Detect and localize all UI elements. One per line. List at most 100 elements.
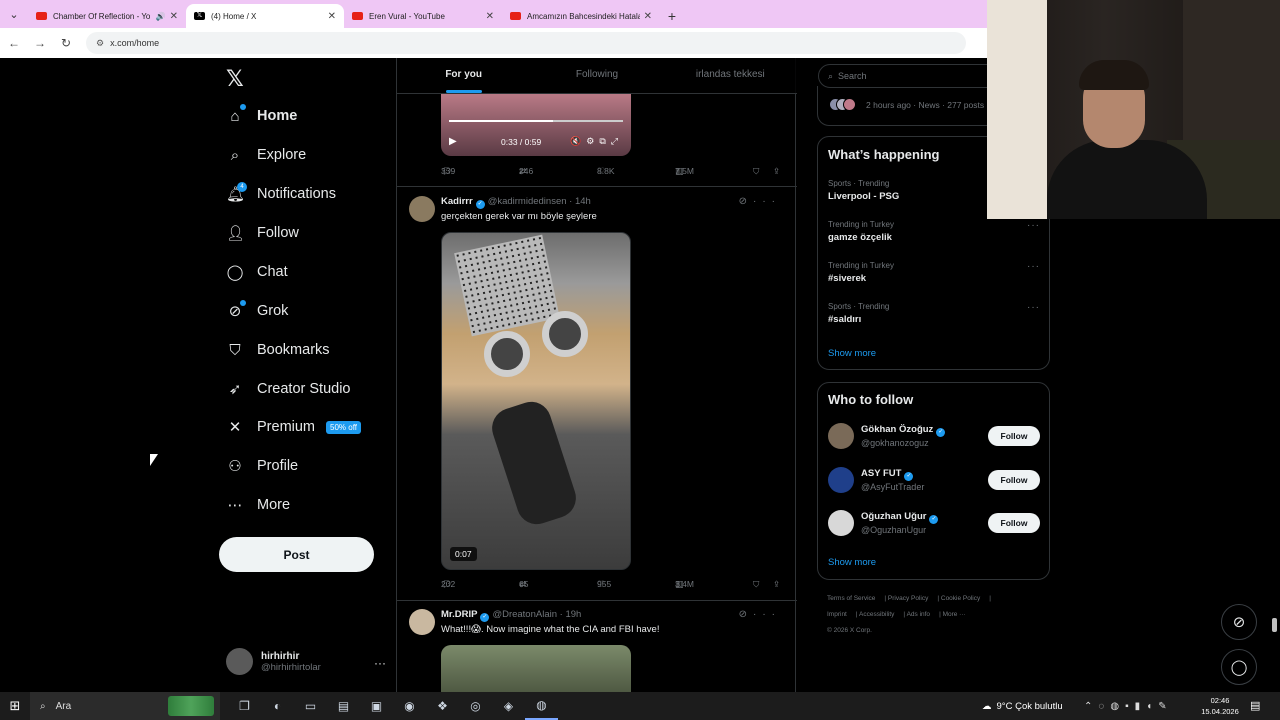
speaker-icon[interactable]: ◖ bbox=[1146, 701, 1158, 712]
nav-bookmarks[interactable]: ⛉ Bookmarks bbox=[226, 339, 329, 361]
more-dots-icon[interactable]: ··· bbox=[753, 609, 781, 620]
steam-icon[interactable]: ◎ bbox=[459, 692, 492, 720]
post-time[interactable]: · 19h bbox=[560, 609, 582, 620]
taskbar-clock[interactable]: 02:46 15.04.2026 bbox=[1200, 695, 1240, 717]
nav-follow[interactable]: 👤︎ Follow bbox=[226, 222, 299, 244]
nav-grok[interactable]: ⊘ Grok bbox=[226, 300, 289, 322]
pen-icon[interactable]: ✎ bbox=[1158, 701, 1172, 712]
speaker-icon[interactable]: 🔊 bbox=[156, 12, 166, 21]
play-icon[interactable]: ▶ bbox=[449, 136, 457, 147]
tab-for-you[interactable]: For you bbox=[397, 58, 530, 93]
weather-widget[interactable]: ☁ 9°C Çok bulutlu bbox=[982, 692, 1063, 720]
nav-explore[interactable]: ⌕ Explore bbox=[226, 144, 306, 166]
forward-icon[interactable]: → bbox=[28, 36, 52, 50]
trend-item[interactable]: Sports · Trending #saldırı ··· bbox=[828, 302, 1040, 325]
back-icon[interactable]: ← bbox=[2, 36, 26, 50]
trend-item[interactable]: Trending in Turkey gamze özçelik ··· bbox=[828, 220, 1040, 243]
follow-button[interactable]: Follow bbox=[988, 513, 1040, 533]
avatar[interactable] bbox=[409, 609, 435, 635]
url-field[interactable]: ⚙ x.com/home bbox=[86, 32, 966, 54]
more-dots-icon[interactable]: ··· bbox=[1027, 220, 1040, 231]
chat-fab-button[interactable]: ◯ bbox=[1221, 649, 1257, 685]
grok-fab-button[interactable]: ⊘ bbox=[1221, 604, 1257, 640]
more-dots-icon[interactable]: ··· bbox=[1027, 302, 1040, 313]
tray-app-icon[interactable]: ◍ bbox=[1110, 701, 1125, 712]
reload-icon[interactable]: ↻ bbox=[54, 36, 78, 50]
nav-creator-studio[interactable]: ➶ Creator Studio bbox=[226, 378, 351, 400]
taskbar-search[interactable]: ⌕ Ara bbox=[30, 692, 220, 720]
footer-link[interactable]: Privacy Policy bbox=[888, 595, 928, 602]
chrome-icon[interactable]: ◍ bbox=[525, 692, 558, 720]
post-button[interactable]: Post bbox=[219, 537, 374, 572]
footer-link[interactable]: Terms of Service bbox=[827, 595, 875, 602]
video-player[interactable]: ▶ 0:33 / 0:59 🔇⚙⧉⤢ bbox=[441, 94, 631, 156]
app-icon[interactable]: ◉ bbox=[393, 692, 426, 720]
browser-tab[interactable]: Chamber Of Reflection - Yo 🔊 ✕ bbox=[28, 4, 186, 28]
grok-icon[interactable]: ⊘ bbox=[739, 196, 753, 207]
follow-button[interactable]: Follow bbox=[988, 426, 1040, 446]
follow-button[interactable]: Follow bbox=[988, 470, 1040, 490]
suggested-user[interactable]: ASY FUT ✓ @AsyFutTrader Follow bbox=[828, 467, 1040, 495]
author-name[interactable]: Kadirrr bbox=[441, 196, 473, 207]
task-view-icon[interactable]: ❐ bbox=[228, 692, 261, 720]
video-control-icons[interactable]: 🔇⚙⧉⤢ bbox=[570, 136, 623, 147]
avatar[interactable] bbox=[409, 196, 435, 222]
new-tab-button[interactable]: + bbox=[660, 4, 684, 28]
nav-home[interactable]: ⌂ Home bbox=[226, 105, 297, 127]
app-icon[interactable]: ❖ bbox=[426, 692, 459, 720]
x-logo-icon[interactable]: 𝕏 bbox=[226, 66, 244, 92]
suggested-user[interactable]: Oğuzhan Uğur ✓ @OguzhanUgur Follow bbox=[828, 510, 1040, 538]
file-explorer-icon[interactable]: ▭ bbox=[294, 692, 327, 720]
app-icon[interactable]: ◈ bbox=[492, 692, 525, 720]
nav-chat[interactable]: ◯ Chat bbox=[226, 261, 288, 283]
author-handle[interactable]: @kadirmidedinsen bbox=[488, 196, 567, 207]
app-icon[interactable]: ▣ bbox=[360, 692, 393, 720]
close-tab-icon[interactable]: ✕ bbox=[170, 11, 178, 22]
scrollbar-thumb[interactable] bbox=[1272, 618, 1277, 632]
show-more-link[interactable]: Show more bbox=[828, 348, 876, 359]
bookmark-icon[interactable]: ⛉ bbox=[753, 579, 759, 590]
tab-irlandas-tekkesi[interactable]: irlandas tekkesi bbox=[664, 58, 797, 93]
nav-premium[interactable]: ✕ Premium 50% off bbox=[226, 416, 361, 438]
site-settings-icon[interactable]: ⚙ bbox=[96, 38, 104, 49]
nav-profile[interactable]: ⚇ Profile bbox=[226, 455, 298, 477]
bookmark-icon[interactable]: ⛉ bbox=[753, 166, 759, 177]
post-time[interactable]: · 14h bbox=[569, 196, 591, 207]
tray-app-icon[interactable]: ▪ bbox=[1125, 701, 1135, 712]
microphone-icon[interactable]: ▮ bbox=[1135, 701, 1147, 712]
more-dots-icon[interactable]: ··· bbox=[1027, 261, 1040, 272]
footer-link[interactable]: Ads info bbox=[907, 611, 931, 618]
share-icon[interactable]: ⇪ bbox=[773, 579, 780, 590]
tray-app-icon[interactable]: ◌ bbox=[1098, 701, 1110, 712]
show-more-link[interactable]: Show more bbox=[828, 557, 876, 568]
trend-item[interactable]: Trending in Turkey #siverek ··· bbox=[828, 261, 1040, 284]
footer-link[interactable]: Imprint bbox=[827, 611, 847, 618]
close-tab-icon[interactable]: ✕ bbox=[486, 11, 494, 22]
notification-center-icon[interactable]: ▤ bbox=[1250, 699, 1260, 712]
grok-icon[interactable]: ⊘ bbox=[739, 609, 753, 620]
more-dots-icon[interactable]: ··· bbox=[753, 196, 781, 207]
video-thumbnail[interactable]: 0:07 bbox=[441, 232, 631, 570]
tab-following[interactable]: Following bbox=[530, 58, 663, 93]
footer-link[interactable]: Accessibility bbox=[859, 611, 894, 618]
browser-tab-active[interactable]: 𝕏 (4) Home / X ✕ bbox=[186, 4, 344, 28]
account-switcher[interactable]: hirhirhir @hirhirhirtolar ··· bbox=[226, 648, 386, 675]
edge-icon[interactable]: ◐ bbox=[261, 692, 294, 720]
browser-tab[interactable]: Eren Vural - YouTube ✕ bbox=[344, 4, 502, 28]
post-image[interactable] bbox=[441, 645, 631, 692]
browser-tab[interactable]: Amcamızın Bahcesindeki Hatala ✕ bbox=[502, 4, 660, 28]
share-icon[interactable]: ⇪ bbox=[773, 166, 780, 177]
close-tab-icon[interactable]: ✕ bbox=[328, 11, 336, 22]
close-tab-icon[interactable]: ✕ bbox=[644, 11, 652, 22]
author-name[interactable]: Mr.DRIP bbox=[441, 609, 477, 620]
nav-more[interactable]: ⋯ More bbox=[226, 494, 291, 516]
footer-link[interactable]: More ··· bbox=[943, 611, 966, 618]
video-progress-bar[interactable] bbox=[449, 120, 623, 122]
more-dots-icon[interactable]: ··· bbox=[374, 656, 386, 670]
suggested-user[interactable]: Gökhan Özoğuz ✓ @gokhanozoguz Follow bbox=[828, 423, 1040, 451]
tab-search-dropdown-icon[interactable]: ⌄ bbox=[0, 0, 28, 28]
chevron-up-icon[interactable]: ⌃ bbox=[1084, 701, 1098, 712]
windows-start-icon[interactable]: ⊞ bbox=[0, 698, 30, 714]
store-icon[interactable]: ▤ bbox=[327, 692, 360, 720]
footer-link[interactable]: Cookie Policy bbox=[941, 595, 980, 602]
